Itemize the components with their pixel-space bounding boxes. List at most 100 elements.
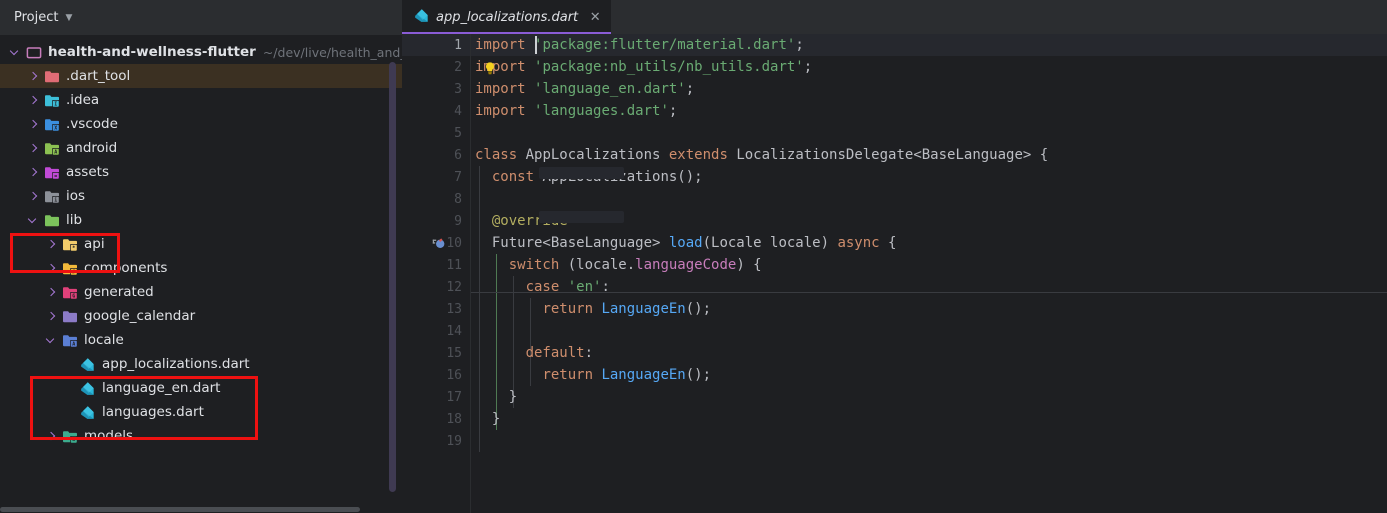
gutter-line-number[interactable]: 11 — [402, 254, 470, 276]
chevron-right-icon[interactable] — [28, 167, 39, 178]
tree-item-label: app_localizations.dart — [102, 356, 250, 372]
line-number: 8 — [454, 191, 462, 207]
tree-item-google-calendar[interactable]: google_calendar — [0, 304, 402, 328]
tab-app-localizations-dart[interactable]: app_localizations.dart ✕ — [402, 0, 612, 34]
gutter-line-number[interactable]: 1 — [402, 34, 470, 56]
code-token: } — [475, 411, 501, 427]
overriding-method-icon[interactable] — [432, 236, 446, 250]
folder-ios-icon: i — [44, 189, 60, 204]
code-line[interactable]: case 'en': — [471, 276, 1387, 298]
tree-item-ios[interactable]: i ios — [0, 184, 402, 208]
chevron-right-icon[interactable] — [28, 143, 39, 154]
chevron-right-icon[interactable] — [46, 431, 57, 442]
sidebar-horizontal-scrollbar[interactable] — [0, 506, 402, 513]
folder-icon — [44, 69, 60, 84]
intention-bulb-icon[interactable] — [483, 61, 497, 75]
folder-locale-icon: A — [62, 333, 78, 348]
code-line[interactable]: } — [471, 386, 1387, 408]
chevron-down-icon[interactable] — [46, 335, 57, 346]
code-line[interactable]: Future<BaseLanguage> load (Locale locale)… — [471, 232, 1387, 254]
scrollbar-thumb[interactable] — [0, 507, 360, 512]
svg-text:=: = — [54, 173, 57, 179]
line-number: 17 — [446, 389, 462, 405]
tree-item-components[interactable]: # components — [0, 256, 402, 280]
chevron-right-icon[interactable] — [46, 263, 57, 274]
gutter-line-number[interactable]: 10 — [402, 232, 470, 254]
svg-text:I: I — [54, 101, 57, 107]
chevron-right-icon[interactable] — [28, 119, 39, 130]
tree-item-label: health-and-wellness-flutter — [48, 44, 256, 60]
code-line[interactable]: class AppLocalizations extends Localizat… — [471, 144, 1387, 166]
chevron-down-icon[interactable]: ▼ — [65, 14, 72, 23]
tree-item-label: languages.dart — [102, 404, 204, 420]
chevron-right-icon[interactable] — [46, 287, 57, 298]
code-line[interactable] — [471, 122, 1387, 144]
code-line[interactable] — [471, 320, 1387, 342]
tree-item-locale[interactable]: Alocale — [0, 328, 402, 352]
code-line[interactable]: return LanguageEn (); — [471, 298, 1387, 320]
code-text-area[interactable]: import 'package:flutter/material.dart'; i… — [471, 34, 1387, 513]
gutter-line-number[interactable]: 15 — [402, 342, 470, 364]
code-token: class — [475, 147, 518, 163]
chevron-down-icon[interactable] — [28, 215, 39, 226]
gutter-line-number[interactable]: 2 — [402, 56, 470, 78]
tree-item-idea[interactable]: I .idea — [0, 88, 402, 112]
chevron-down-icon[interactable] — [10, 47, 21, 58]
gutter-line-number[interactable]: 6 — [402, 144, 470, 166]
code-line[interactable]: return LanguageEn (); — [471, 364, 1387, 386]
chevron-right-icon[interactable] — [28, 95, 39, 106]
gutter-line-number[interactable]: 17 — [402, 386, 470, 408]
code-line[interactable]: default: — [471, 342, 1387, 364]
sidebar-vertical-scrollbar[interactable] — [389, 62, 396, 492]
gutter-line-number[interactable]: 14 — [402, 320, 470, 342]
code-token: LanguageEn — [601, 301, 686, 317]
line-number: 4 — [454, 103, 462, 119]
code-line[interactable]: import 'package:nb_utils/nb_utils.dart'; — [471, 56, 1387, 78]
chevron-right-icon[interactable] — [46, 239, 57, 250]
gutter-line-number[interactable]: 3 — [402, 78, 470, 100]
code-token: ; — [803, 59, 813, 75]
chevron-right-icon[interactable] — [46, 311, 57, 322]
close-icon[interactable]: ✕ — [589, 11, 601, 24]
code-line[interactable]: import 'package:flutter/material.dart'; — [471, 34, 1387, 56]
gutter-line-number[interactable]: 12 — [402, 276, 470, 298]
tree-item-api[interactable]: * api — [0, 232, 402, 256]
tree-item-health-and-wellness-flutter[interactable]: health-and-wellness-flutter ~/dev/live/he… — [0, 40, 402, 64]
editor-gutter[interactable]: 1 2 3 4 5 6 7 8 9 10 11 12 13 14 15 16 17 18 19 — [402, 34, 471, 513]
tree-item-models[interactable]: = models — [0, 424, 402, 448]
gutter-line-number[interactable]: 16 — [402, 364, 470, 386]
code-line[interactable] — [471, 188, 1387, 210]
gutter-line-number[interactable]: 8 — [402, 188, 470, 210]
tree-item-dart-tool[interactable]: .dart_tool — [0, 64, 402, 88]
code-token: LanguageEn — [601, 367, 686, 383]
tree-item-assets[interactable]: = assets — [0, 160, 402, 184]
tree-item-label: assets — [66, 164, 109, 180]
code-line[interactable]: import 'language_en.dart'; — [471, 78, 1387, 100]
code-token: ) { — [736, 257, 762, 273]
code-line[interactable]: } — [471, 408, 1387, 430]
code-token: (); — [685, 301, 712, 317]
code-line[interactable]: import 'languages.dart'; — [471, 100, 1387, 122]
gutter-line-number[interactable]: 5 — [402, 122, 470, 144]
tree-item-lib[interactable]: lib — [0, 208, 402, 232]
gutter-line-number[interactable]: 18 — [402, 408, 470, 430]
gutter-line-number[interactable]: 13 — [402, 298, 470, 320]
gutter-line-number[interactable]: 9 — [402, 210, 470, 232]
code-line[interactable] — [471, 430, 1387, 452]
code-editor[interactable]: 1 2 3 4 5 6 7 8 9 10 11 12 13 14 15 16 17 18 19 import 'pa… — [402, 34, 1387, 513]
tree-item-generated[interactable]: Ggenerated — [0, 280, 402, 304]
chevron-right-icon[interactable] — [28, 191, 39, 202]
project-tree[interactable]: health-and-wellness-flutter ~/dev/live/he… — [0, 36, 402, 513]
gutter-line-number[interactable]: 19 — [402, 430, 470, 452]
tree-item-vscode[interactable]: X .vscode — [0, 112, 402, 136]
project-tool-window-header[interactable]: Project ▼ — [0, 0, 402, 36]
tree-item-language-en-dart[interactable]: language_en.dart — [0, 376, 402, 400]
tree-item-android[interactable]: Aandroid — [0, 136, 402, 160]
gutter-line-number[interactable]: 7 — [402, 166, 470, 188]
gutter-line-number[interactable]: 4 — [402, 100, 470, 122]
tree-item-languages-dart[interactable]: languages.dart — [0, 400, 402, 424]
chevron-right-icon[interactable] — [28, 71, 39, 82]
code-line[interactable]: switch (locale. languageCode) { — [471, 254, 1387, 276]
tree-item-app-localizations-dart[interactable]: app_localizations.dart — [0, 352, 402, 376]
